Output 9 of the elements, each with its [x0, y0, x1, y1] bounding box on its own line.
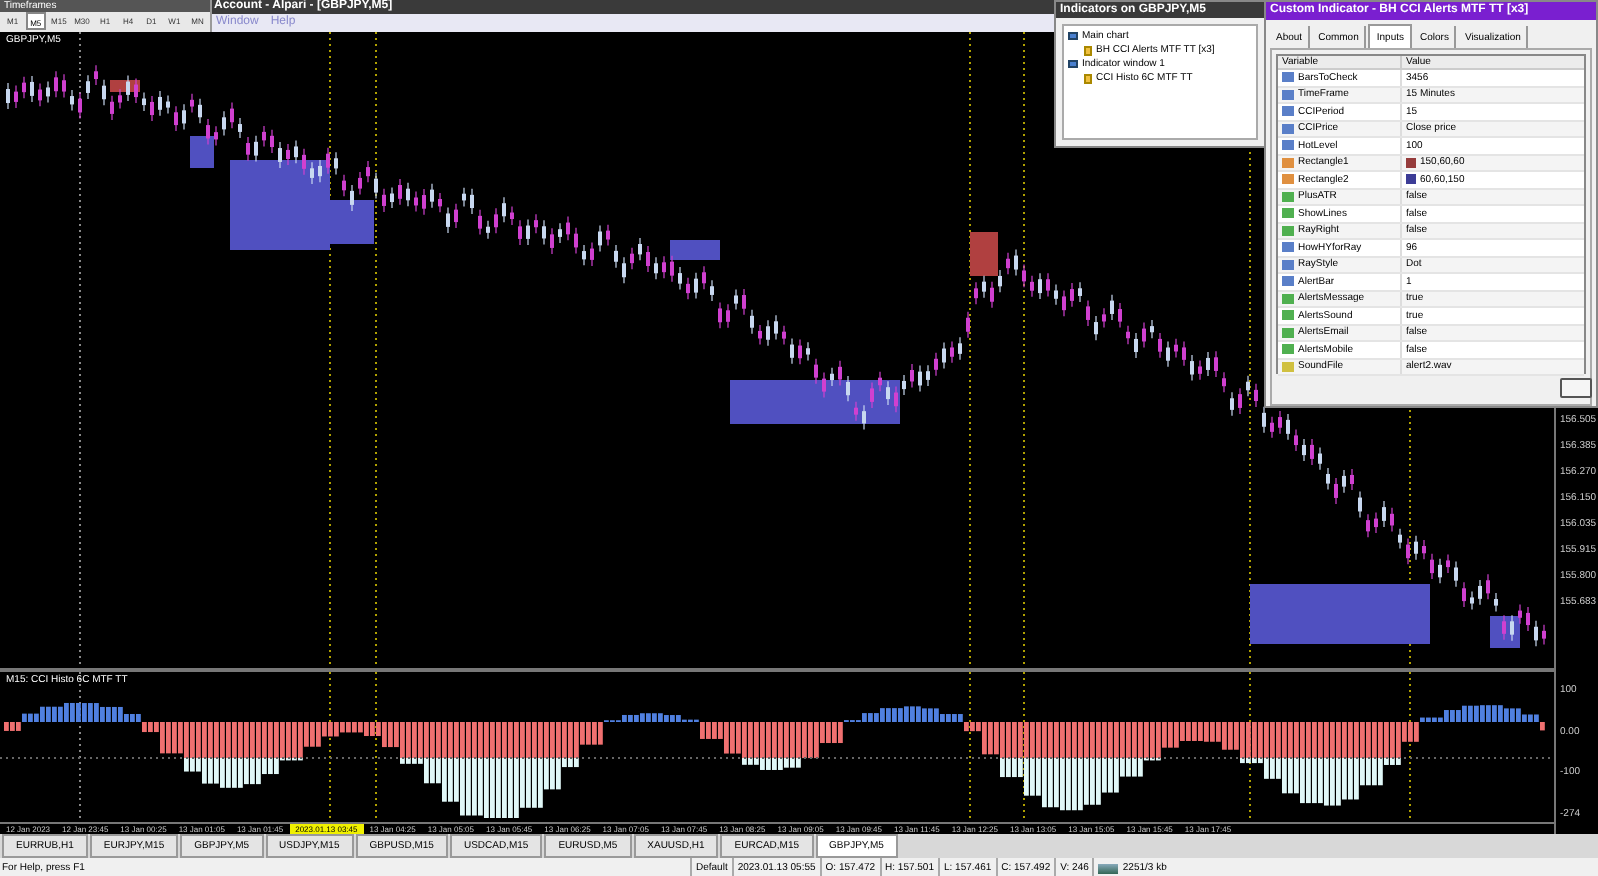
zone-rectangle	[970, 232, 998, 276]
zone-rectangle	[670, 240, 720, 260]
indicator-icon	[1084, 45, 1092, 55]
window-icon	[1068, 60, 1078, 68]
connection-icon	[1098, 863, 1119, 873]
indicator-icon	[1084, 73, 1092, 83]
window-icon	[1068, 32, 1078, 40]
dialog-button[interactable]	[1560, 378, 1592, 398]
zone-rectangle	[190, 136, 214, 168]
